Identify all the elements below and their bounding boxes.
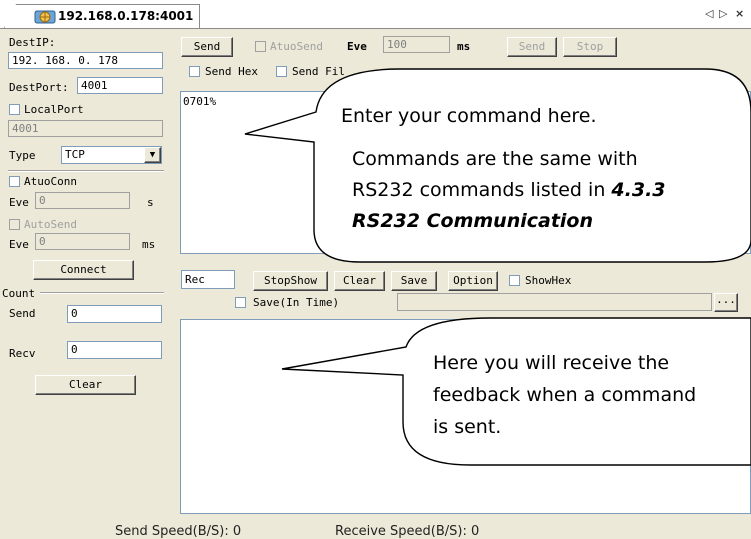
send-callout-line1: Enter your command here. — [341, 105, 597, 127]
send-callout-line2: Commands are the same with — [352, 148, 638, 170]
send-callout-line3: RS232 commands listed in 4.3.3 — [352, 177, 666, 203]
send-callout-section-title: RS232 Communication — [352, 210, 594, 232]
receive-callout-line3: is sent. — [433, 416, 502, 438]
send-speed-status: Send Speed(B/S): 0 — [115, 524, 242, 539]
receive-speed-status: Receive Speed(B/S): 0 — [335, 524, 480, 539]
send-callout-section-number: 4.3.3 — [611, 179, 666, 201]
send-callout-line3-text: RS232 commands listed in — [352, 179, 612, 201]
callout-shapes — [244, 68, 751, 466]
receive-callout-line1: Here you will receive the — [433, 352, 670, 374]
receive-callout-line2: feedback when a command — [433, 384, 697, 406]
